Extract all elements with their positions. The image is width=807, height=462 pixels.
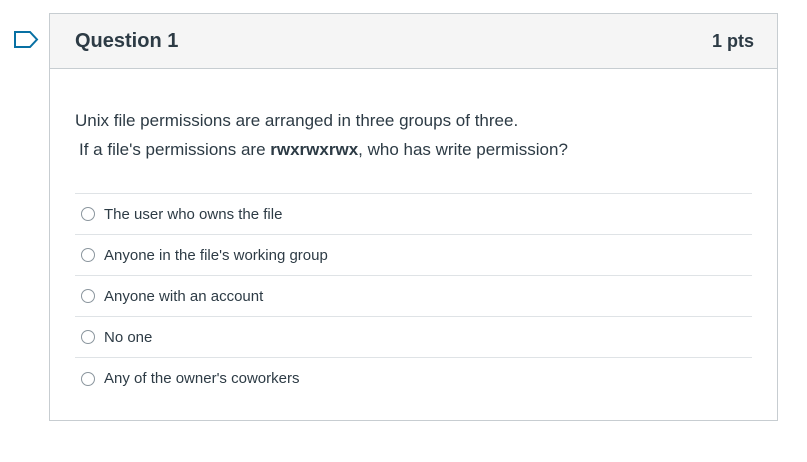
question-prompt: Unix file permissions are arranged in th…: [75, 106, 752, 164]
answer-label: No one: [104, 328, 153, 346]
radio-button-icon[interactable]: [81, 289, 95, 303]
radio-button-icon[interactable]: [81, 248, 95, 262]
answer-option-5[interactable]: Any of the owner's coworkers: [75, 358, 752, 399]
permission-string: rwxrwxrwx: [270, 140, 359, 159]
answer-label: The user who owns the file: [104, 205, 283, 223]
radio-button-icon[interactable]: [81, 207, 95, 221]
radio-button-icon[interactable]: [81, 330, 95, 344]
answer-option-3[interactable]: Anyone with an account: [75, 276, 752, 317]
quiz-page: Question 1 1 pts Unix file permissions a…: [0, 0, 807, 462]
question-card: Question 1 1 pts Unix file permissions a…: [49, 13, 778, 421]
prompt-line-2-after: , who has write permission?: [358, 140, 568, 159]
prompt-line-1: Unix file permissions are arranged in th…: [75, 111, 519, 130]
question-header: Question 1 1 pts: [50, 14, 777, 69]
flag-bookmark-icon[interactable]: [13, 30, 39, 49]
answer-list: The user who owns the file Anyone in the…: [75, 193, 752, 399]
radio-button-icon[interactable]: [81, 371, 95, 386]
answer-option-2[interactable]: Anyone in the file's working group: [75, 235, 752, 276]
prompt-line-2-before: If a file's permissions are: [79, 140, 271, 159]
question-points: 1 pts: [711, 30, 754, 51]
answer-label: Anyone with an account: [104, 287, 264, 305]
prompt-line-2: If a file's permissions are rwxrwxrwx, w…: [75, 140, 568, 159]
answer-option-1[interactable]: The user who owns the file: [75, 194, 752, 235]
answer-label: Any of the owner's coworkers: [104, 370, 300, 387]
question-title: Question 1: [75, 29, 179, 52]
answer-option-4[interactable]: No one: [75, 317, 752, 358]
answer-label: Anyone in the file's working group: [104, 246, 328, 264]
question-body: Unix file permissions are arranged in th…: [50, 69, 777, 399]
